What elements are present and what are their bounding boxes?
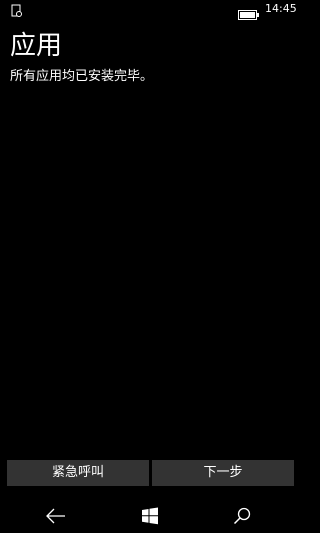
button-row: 紧急呼叫 下一步 — [7, 460, 294, 486]
setup-screen: 14:45 应用 所有应用均已安装完毕。 紧急呼叫 下一步 — [0, 0, 300, 533]
sim-status-icon — [11, 3, 23, 17]
windows-start-icon[interactable] — [136, 502, 164, 530]
battery-icon — [238, 5, 260, 20]
status-time: 14:45 — [265, 2, 297, 15]
back-arrow-icon[interactable] — [42, 502, 70, 530]
emergency-call-button[interactable]: 紧急呼叫 — [7, 460, 149, 486]
page-subtitle: 所有应用均已安装完毕。 — [10, 69, 154, 84]
search-icon[interactable] — [228, 502, 256, 530]
status-bar: 14:45 — [0, 0, 300, 20]
next-button[interactable]: 下一步 — [152, 460, 294, 486]
page-title: 应用 — [10, 31, 63, 61]
navigation-bar — [0, 500, 300, 533]
